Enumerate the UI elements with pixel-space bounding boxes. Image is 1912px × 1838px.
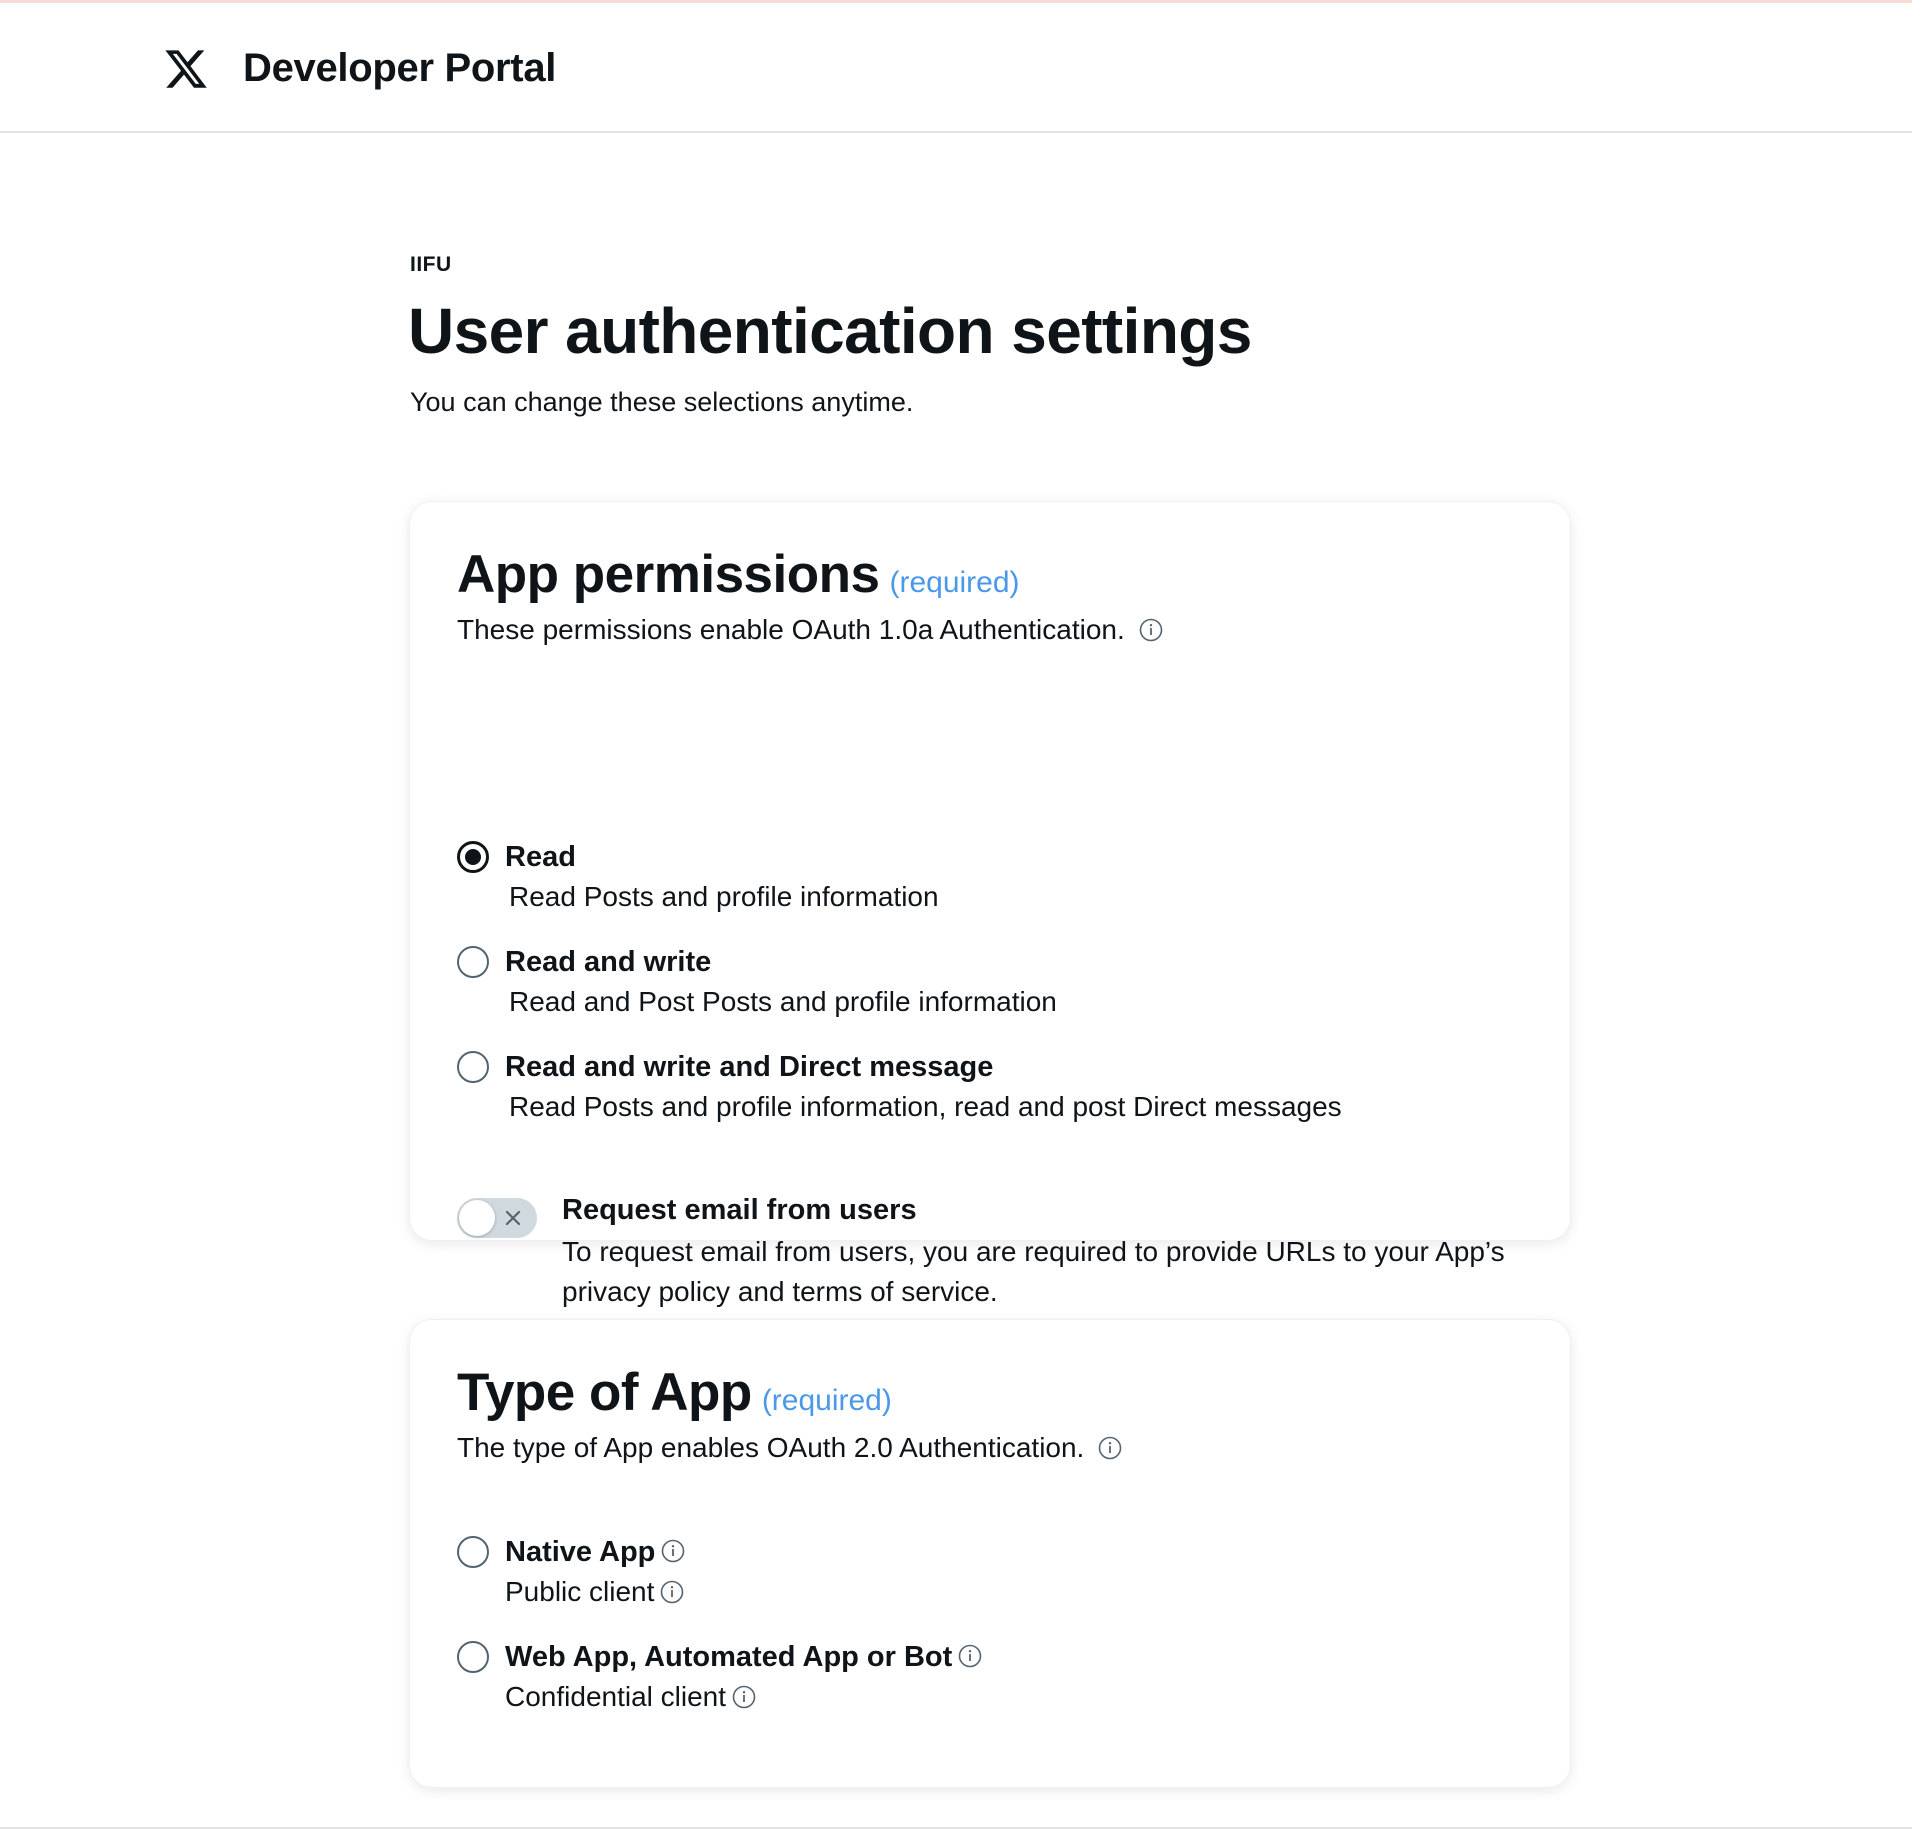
required-label: (required)	[889, 566, 1020, 599]
option-description-wrap: Public client	[505, 1574, 684, 1610]
type-of-app-heading: Type of App (required)	[457, 1360, 892, 1434]
request-email-toggle[interactable]	[457, 1198, 537, 1238]
page-title: User authentication settings	[408, 295, 1252, 367]
footer-divider	[0, 1827, 1912, 1829]
option-description: Read Posts and profile information	[509, 881, 939, 912]
type-of-app-title: Type of App	[457, 1363, 752, 1422]
option-label[interactable]: Web App, Automated App or Bot	[505, 1641, 952, 1673]
option-description: Read Posts and profile information, read…	[509, 1091, 1342, 1122]
portal-title[interactable]: Developer Portal	[243, 43, 556, 93]
option-label[interactable]: Read	[505, 839, 576, 875]
type-of-app-description-text: The type of App enables OAuth 2.0 Authen…	[457, 1432, 1085, 1463]
radio-native-app[interactable]	[457, 1536, 489, 1568]
option-label[interactable]: Native App	[505, 1536, 655, 1568]
request-email-description: To request email from users, you are req…	[562, 1236, 1505, 1307]
page-subtitle: You can change these selections anytime.	[410, 387, 914, 417]
app-permissions-heading: App permissions (required)	[457, 542, 1020, 616]
option-label[interactable]: Read and write and Direct message	[505, 1049, 993, 1085]
info-icon[interactable]	[660, 1580, 684, 1604]
type-of-app-card: Type of App (required) The type of App en…	[410, 1320, 1570, 1787]
info-icon[interactable]	[958, 1644, 982, 1668]
info-icon[interactable]	[732, 1685, 756, 1709]
toggle-knob	[459, 1200, 495, 1236]
app-name-label: IIFU	[410, 253, 452, 276]
app-permissions-description-text: These permissions enable OAuth 1.0a Auth…	[457, 614, 1125, 645]
info-icon[interactable]	[1098, 1436, 1122, 1460]
app-permissions-card: App permissions (required) These permissi…	[410, 502, 1570, 1307]
option-description: Public client	[505, 1576, 655, 1607]
top-header: Developer Portal	[0, 3, 1912, 133]
close-icon	[505, 1210, 521, 1226]
option-label-wrap[interactable]: Native App	[505, 1534, 685, 1570]
app-permissions-title: App permissions	[457, 545, 880, 604]
radio-read[interactable]	[457, 841, 489, 873]
option-description-wrap: Confidential client	[505, 1679, 756, 1715]
request-email-label[interactable]: Request email from users	[562, 1192, 917, 1228]
radio-read-write-dm[interactable]	[457, 1051, 489, 1083]
required-label: (required)	[761, 1384, 892, 1417]
x-logo-icon[interactable]	[163, 46, 209, 92]
info-icon[interactable]	[661, 1539, 685, 1563]
app-permissions-description: These permissions enable OAuth 1.0a Auth…	[457, 611, 1163, 649]
main-content: IIFU User authentication settings You ca…	[0, 133, 1912, 1838]
option-label-wrap[interactable]: Web App, Automated App or Bot	[505, 1639, 982, 1675]
radio-read-write[interactable]	[457, 946, 489, 978]
radio-web-app[interactable]	[457, 1641, 489, 1673]
option-label[interactable]: Read and write	[505, 944, 711, 980]
info-icon[interactable]	[1139, 618, 1163, 642]
type-of-app-description: The type of App enables OAuth 2.0 Authen…	[457, 1429, 1122, 1467]
option-description: Read and Post Posts and profile informat…	[509, 986, 1057, 1017]
option-description: Confidential client	[505, 1681, 727, 1712]
